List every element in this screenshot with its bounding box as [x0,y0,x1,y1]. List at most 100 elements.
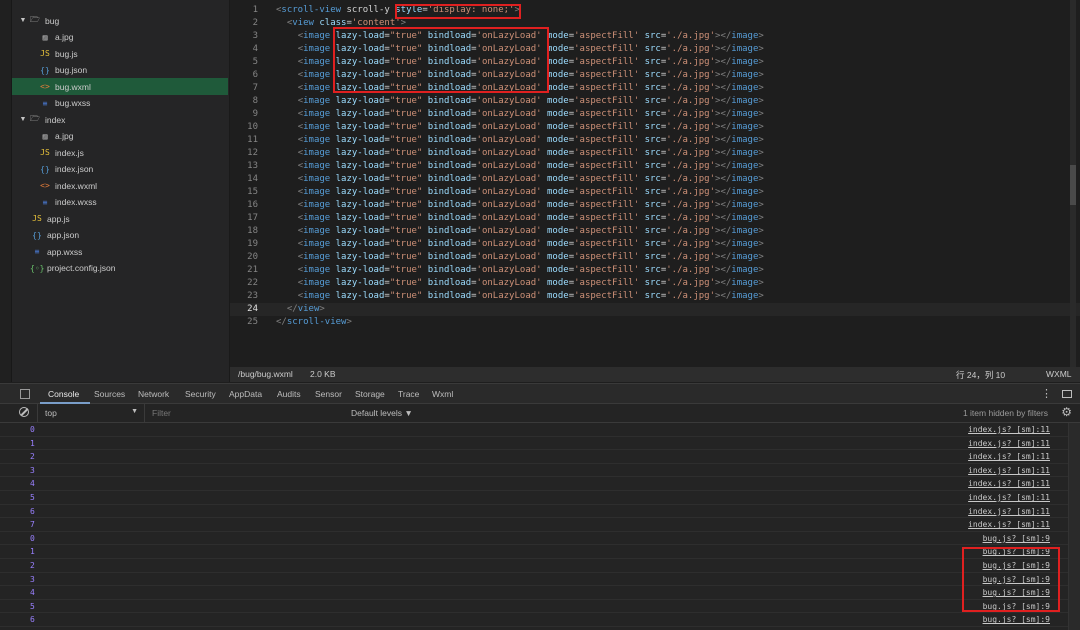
console-value: 7 [30,520,35,530]
status-cursor-position[interactable]: 行 24，列 10 [956,369,1005,381]
code-line[interactable]: 19 <image lazy-load="true" bindload='onL… [230,238,1080,251]
file-item[interactable]: JS index.js [12,144,228,161]
file-item[interactable]: <> index.wxml [12,177,228,194]
file-item[interactable]: <> bug.wxml [12,78,228,95]
console-output: 0 index.js? [sm]:11 1 index.js? [sm]:11 2 ind… [0,423,1080,630]
code-line[interactable]: 12 <image lazy-load="true" bindload='onL… [230,147,1080,160]
code-text: <image lazy-load="true" bindload='onLazy… [297,239,764,249]
line-number: 22 [247,278,258,288]
code-editor[interactable]: 1 <scroll-view scroll-y style='display: n… [230,0,1080,367]
console-source-link[interactable]: index.js? [sm]:11 [968,505,1050,518]
console-source-link[interactable]: index.js? [sm]:11 [968,518,1050,531]
wxml-file-icon: <> [40,181,50,190]
tab-audits[interactable]: Audits [277,389,301,399]
line-number: 12 [247,148,258,158]
code-line[interactable]: 24 </view> [230,303,1080,316]
console-settings-gear-icon[interactable]: ⚙ [1061,405,1072,419]
code-line[interactable]: 21 <image lazy-load="true" bindload='onL… [230,264,1080,277]
console-source-link[interactable]: index.js? [sm]:11 [968,450,1050,463]
console-filter-bar: top ▼ Filter Default levels ▼ 1 item hid… [0,404,1080,423]
line-number: 10 [247,122,258,132]
file-item[interactable]: JS bug.js [12,45,228,62]
console-source-link[interactable]: index.js? [sm]:11 [968,491,1050,504]
console-source-link[interactable]: bug.js? [sm]:9 [983,532,1050,545]
tab-network[interactable]: Network [138,389,169,399]
line-number: 9 [252,109,258,119]
highlight-box-lazy-load [333,27,549,93]
file-item[interactable]: {} bug.json [12,62,228,79]
file-item[interactable]: {} index.json [12,161,228,178]
code-line[interactable]: 11 <image lazy-load="true" bindload='onL… [230,134,1080,147]
tree-item-label: a.jpg [55,32,74,42]
line-number: 6 [252,70,258,80]
console-message: 3 index.js? [sm]:11 [0,464,1068,478]
file-item[interactable]: ▨ a.jpg [12,128,228,145]
log-levels-dropdown[interactable]: Default levels ▼ [351,408,413,418]
file-item[interactable]: ≡ bug.wxss [12,95,228,112]
console-message: 1 index.js? [sm]:11 [0,437,1068,451]
code-line[interactable]: 22 <image lazy-load="true" bindload='onL… [230,277,1080,290]
code-text: <image lazy-load="true" bindload='onLazy… [297,96,764,106]
file-item[interactable]: {◦} project.config.json [12,260,228,277]
inspect-element-icon[interactable] [20,389,30,399]
code-text: <image lazy-load="true" bindload='onLazy… [297,135,764,145]
tab-trace[interactable]: Trace [398,389,419,399]
file-item[interactable]: ≡ index.wxss [12,194,228,211]
code-line[interactable]: 13 <image lazy-load="true" bindload='onL… [230,160,1080,173]
filter-input[interactable]: Filter [152,408,342,418]
code-line[interactable]: 20 <image lazy-load="true" bindload='onL… [230,251,1080,264]
tree-item-label: project.config.json [47,263,116,273]
context-selector[interactable]: top ▼ [37,404,145,422]
tab-console[interactable]: Console [48,389,79,399]
more-options-icon[interactable]: ⋮ [1041,387,1052,400]
line-number: 20 [247,252,258,262]
console-source-link[interactable]: bug.js? [sm]:9 [983,613,1050,626]
code-line[interactable]: 14 <image lazy-load="true" bindload='onL… [230,173,1080,186]
code-line[interactable]: 9 <image lazy-load="true" bindload='onLa… [230,108,1080,121]
console-value: 5 [30,601,35,611]
editor-scrollbar-thumb[interactable] [1070,165,1076,205]
console-source-link[interactable]: index.js? [sm]:11 [968,464,1050,477]
code-line[interactable]: 1 <scroll-view scroll-y style='display: n… [230,4,1080,17]
console-source-link[interactable]: index.js? [sm]:11 [968,437,1050,450]
folder-item[interactable]: ▼ 🗁 bug [12,12,228,29]
code-text: <image lazy-load="true" bindload='onLazy… [297,278,764,288]
line-number: 14 [247,174,258,184]
console-source-link[interactable]: index.js? [sm]:11 [968,477,1050,490]
dock-toggle-icon[interactable] [1062,390,1072,398]
chevron-down-icon[interactable]: ▼ [18,17,28,24]
tab-wxml[interactable]: Wxml [432,389,453,399]
tab-security[interactable]: Security [185,389,216,399]
code-text: <image lazy-load="true" bindload='onLazy… [297,148,764,158]
file-item[interactable]: {} app.json [12,227,228,244]
tab-sources[interactable]: Sources [94,389,125,399]
file-item[interactable]: JS app.js [12,210,228,227]
code-text: <image lazy-load="true" bindload='onLazy… [297,200,764,210]
code-line[interactable]: 25 </scroll-view> [230,316,1080,329]
highlight-box-bug-logs [962,547,1060,612]
code-line[interactable]: 10 <image lazy-load="true" bindload='onL… [230,121,1080,134]
console-source-link[interactable]: index.js? [sm]:11 [968,423,1050,436]
file-item[interactable]: ▨ a.jpg [12,29,228,46]
chevron-down-icon: ▼ [131,408,138,415]
code-line[interactable]: 8 <image lazy-load="true" bindload='onLa… [230,95,1080,108]
console-scrollbar[interactable] [1068,423,1080,630]
code-line[interactable]: 18 <image lazy-load="true" bindload='onL… [230,225,1080,238]
console-value: 4 [30,479,35,489]
status-language[interactable]: WXML [1046,369,1072,379]
code-line[interactable]: 23 <image lazy-load="true" bindload='onL… [230,290,1080,303]
js-file-icon: JS [32,214,42,223]
chevron-down-icon[interactable]: ▼ [18,116,28,123]
json-file-icon: {} [40,65,50,75]
code-line[interactable]: 17 <image lazy-load="true" bindload='onL… [230,212,1080,225]
tab-storage[interactable]: Storage [355,389,385,399]
tab-appdata[interactable]: AppData [229,389,262,399]
console-value: 1 [30,438,35,448]
console-value: 4 [30,588,35,598]
tab-sensor[interactable]: Sensor [315,389,342,399]
image-file-icon: ▨ [42,32,48,42]
folder-item[interactable]: ▼ 🗁 index [12,111,228,128]
file-item[interactable]: ≡ app.wxss [12,243,228,260]
code-line[interactable]: 15 <image lazy-load="true" bindload='onL… [230,186,1080,199]
code-line[interactable]: 16 <image lazy-load="true" bindload='onL… [230,199,1080,212]
